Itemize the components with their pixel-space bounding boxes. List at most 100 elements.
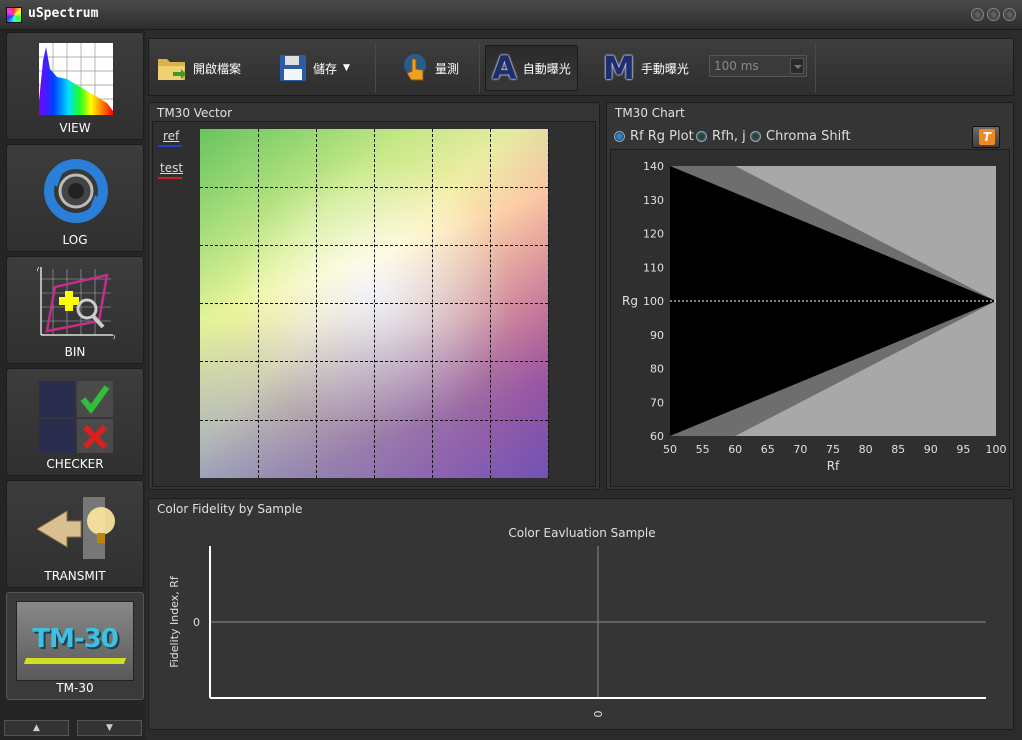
side-nav: VIEW LOG y x [0, 30, 146, 740]
radio-label: Rfh, j [712, 129, 746, 144]
toolbar-separator [815, 43, 816, 93]
y-tick-label: 100 [643, 295, 664, 308]
nav-label-view: VIEW [59, 121, 91, 135]
tm30-logo-tile: TM-30 [16, 601, 134, 681]
nav-scroll-down-button[interactable]: ▼ [77, 720, 142, 736]
radio-label: Chroma Shift [766, 129, 851, 144]
vector-grid-line [200, 361, 548, 362]
nav-scroll-up-button[interactable]: ▲ [4, 720, 69, 736]
nav-label-tm30: TM-30 [56, 681, 94, 695]
nav-item-bin[interactable]: y x BIN [6, 256, 144, 364]
nav-label-transmit: TRANSMIT [44, 569, 106, 583]
x-tick-label: 100 [986, 443, 1007, 456]
manual-exposure-button[interactable]: M 手動曝光 [603, 45, 689, 91]
legend-test-line [158, 177, 182, 179]
tm30-chart-title: TM30 Chart [615, 106, 685, 120]
y-tick-label: 140 [643, 160, 664, 173]
nav-label-checker: CHECKER [46, 457, 104, 471]
save-label: 儲存 [313, 61, 338, 76]
x-tick-label: 70 [793, 443, 807, 456]
nav-scroll: ▲ ▼ [4, 720, 142, 736]
toolbar-separator [375, 43, 376, 93]
chart-title: Color Eavluation Sample [508, 526, 655, 540]
chart-settings-button[interactable]: T [972, 126, 1000, 148]
window-title: uSpectrum [28, 6, 99, 21]
nav-item-view[interactable]: VIEW [6, 32, 144, 140]
y-tick-label: 90 [650, 329, 664, 342]
close-button[interactable] [1003, 8, 1016, 21]
measure-label: 量測 [435, 61, 460, 76]
open-file-button[interactable]: 開啟檔案 [157, 45, 241, 91]
rf-rg-chart: 50 55 60 65 70 75 80 85 90 95 100 60 70 80 90 100 110 120… [622, 160, 1007, 473]
fidelity-chart: Color Eavluation Sample 0 0 Fidelity Index,… [168, 526, 986, 718]
bin-magnifier-icon: y x [37, 265, 115, 341]
y-axis-label: Fidelity Index, Rf [168, 575, 181, 668]
floppy-icon [280, 55, 306, 81]
nav-item-tm30[interactable]: TM-30 TM-30 [6, 592, 144, 700]
exposure-time-select[interactable]: 100 ms [709, 55, 807, 77]
transmit-bulb-icon [37, 497, 115, 559]
manual-exposure-label: 手動曝光 [640, 61, 689, 76]
bin-axis-y-label: y [37, 265, 39, 273]
y-tick-label: 130 [643, 194, 664, 207]
maximize-button[interactable] [987, 8, 1000, 21]
x-tick-label: 65 [761, 443, 775, 456]
tm30-logo-swoosh [23, 658, 127, 664]
x-tick-label: 80 [859, 443, 873, 456]
save-button[interactable]: 儲存 ▼ [279, 45, 350, 91]
toolbar-separator [479, 43, 480, 93]
nav-item-transmit[interactable]: TRANSMIT [6, 480, 144, 588]
x-tick-label: 0 [592, 711, 605, 718]
save-dropdown-icon[interactable]: ▼ [343, 63, 350, 73]
nav-item-log[interactable]: LOG [6, 144, 144, 252]
radio-rfh-j[interactable]: Rfh, j [696, 129, 746, 144]
manual-exposure-icon: M [603, 49, 635, 87]
checker-icon [39, 381, 113, 453]
vector-grid-line [200, 187, 548, 188]
radio-dot [750, 131, 761, 142]
auto-exposure-button[interactable]: A 自動曝光 [485, 45, 578, 91]
t-icon: T [979, 129, 995, 145]
app-icon [6, 7, 22, 23]
x-tick-label: 55 [696, 443, 710, 456]
x-tick-label: 90 [924, 443, 938, 456]
y-axis-label: Rg [622, 294, 638, 308]
spectrum-icon [39, 43, 113, 115]
toolbar: 開啟檔案 儲存 ▼ 量測 A 自動曝光 M 手動曝光 100 ms [148, 38, 1014, 96]
color-fidelity-title: Color Fidelity by Sample [157, 502, 303, 516]
auto-exposure-icon: A [492, 49, 517, 87]
log-refresh-icon [44, 159, 108, 223]
legend-ref-label: ref [163, 129, 180, 143]
window-controls [971, 8, 1016, 21]
y-tick-label: 60 [650, 430, 664, 443]
vector-grid-line [548, 129, 549, 478]
nav-label-log: LOG [62, 233, 88, 247]
title-bar: uSpectrum [0, 0, 1022, 30]
tm30-vector-title: TM30 Vector [157, 106, 233, 120]
vector-grid-line [200, 245, 548, 246]
radio-dot [696, 131, 707, 142]
tap-hand-icon [404, 54, 426, 81]
vector-grid-line [200, 303, 548, 304]
x-axis-label: Rf [827, 459, 840, 473]
minimize-button[interactable] [971, 8, 984, 21]
tm30-logo-text: TM-30 [32, 624, 119, 654]
y-tick-label: 80 [650, 363, 664, 376]
radio-chroma-shift[interactable]: Chroma Shift [750, 129, 851, 144]
vector-grid-line [200, 420, 548, 421]
folder-icon [158, 59, 186, 80]
radio-label: Rf Rg Plot [630, 129, 694, 144]
nav-item-checker[interactable]: CHECKER [6, 368, 144, 476]
chevron-down-icon[interactable] [790, 58, 804, 74]
y-tick-label: 0 [193, 616, 200, 629]
auto-exposure-label: 自動曝光 [522, 61, 571, 76]
legend-test-label: test [160, 161, 184, 175]
measure-button[interactable]: 量測 [401, 45, 459, 91]
radio-rf-rg-plot[interactable]: Rf Rg Plot [614, 129, 694, 144]
y-tick-label: 110 [643, 261, 664, 274]
radio-dot [614, 131, 625, 142]
x-tick-label: 75 [826, 443, 840, 456]
y-tick-label: 120 [643, 228, 664, 241]
y-tick-label: 70 [650, 396, 664, 409]
nav-label-bin: BIN [64, 345, 86, 359]
